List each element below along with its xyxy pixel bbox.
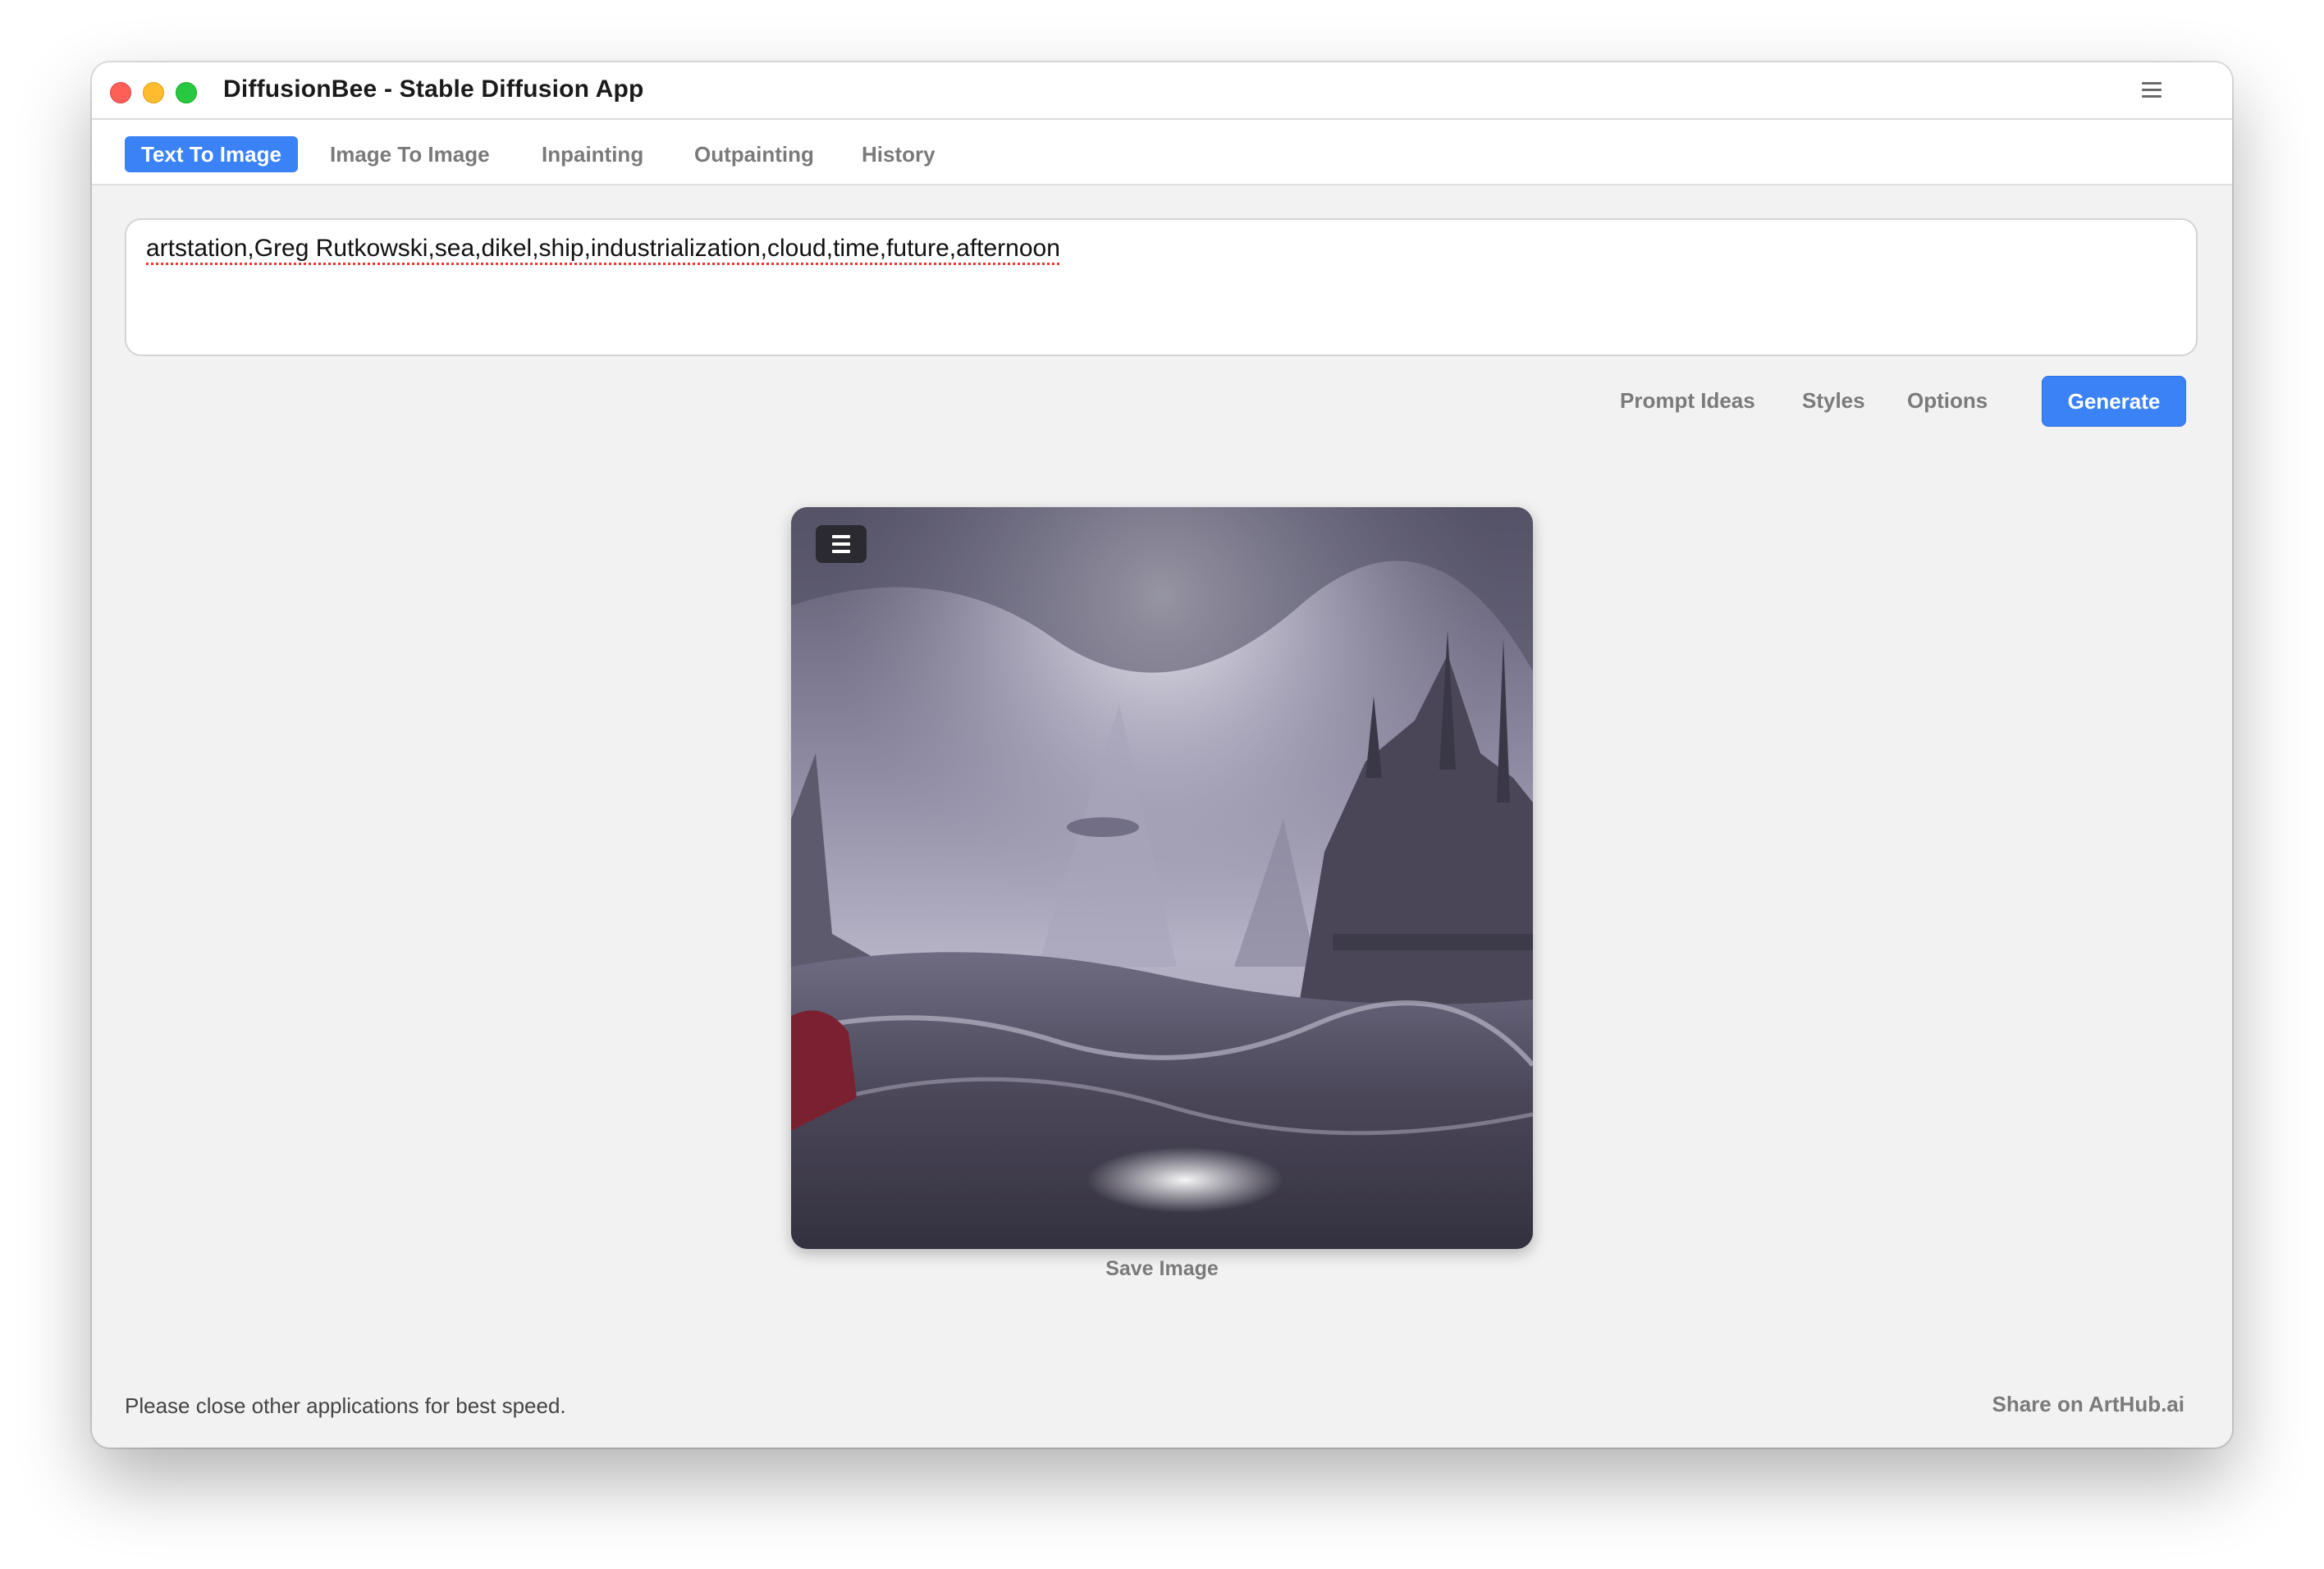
- generated-image: [791, 507, 1533, 1249]
- window-title: DiffusionBee - Stable Diffusion App: [223, 75, 644, 103]
- status-note: Please close other applications for best…: [125, 1393, 566, 1418]
- save-image-button[interactable]: Save Image: [1039, 1257, 1285, 1281]
- maximize-window-button[interactable]: [176, 82, 197, 103]
- styles-button[interactable]: Styles: [1802, 384, 1865, 417]
- prompt-input[interactable]: artstation,Greg Rutkowski,sea,dikel,ship…: [125, 218, 2198, 356]
- generate-button[interactable]: Generate: [2042, 376, 2186, 427]
- options-button[interactable]: Options: [1907, 384, 1988, 417]
- prompt-ideas-button[interactable]: Prompt Ideas: [1620, 384, 1755, 417]
- image-menu-button[interactable]: [816, 525, 867, 563]
- tab-inpainting[interactable]: Inpainting: [525, 136, 660, 172]
- tab-outpainting[interactable]: Outpainting: [678, 136, 830, 172]
- title-bar: DiffusionBee - Stable Diffusion App: [92, 62, 2232, 120]
- app-window: DiffusionBee - Stable Diffusion App Text…: [92, 62, 2232, 1448]
- prompt-text[interactable]: artstation,Greg Rutkowski,sea,dikel,ship…: [146, 235, 1060, 263]
- tab-text-to-image[interactable]: Text To Image: [125, 136, 298, 172]
- tab-history[interactable]: History: [845, 136, 952, 172]
- tab-bar: Text To Image Image To Image Inpainting …: [92, 120, 2232, 185]
- hamburger-menu-icon[interactable]: [2142, 80, 2163, 100]
- generated-image-artwork: [791, 507, 1533, 1249]
- share-arthub-link[interactable]: Share on ArtHub.ai: [1992, 1392, 2184, 1417]
- close-window-button[interactable]: [110, 82, 131, 103]
- minimize-window-button[interactable]: [143, 82, 164, 103]
- tab-image-to-image[interactable]: Image To Image: [313, 136, 506, 172]
